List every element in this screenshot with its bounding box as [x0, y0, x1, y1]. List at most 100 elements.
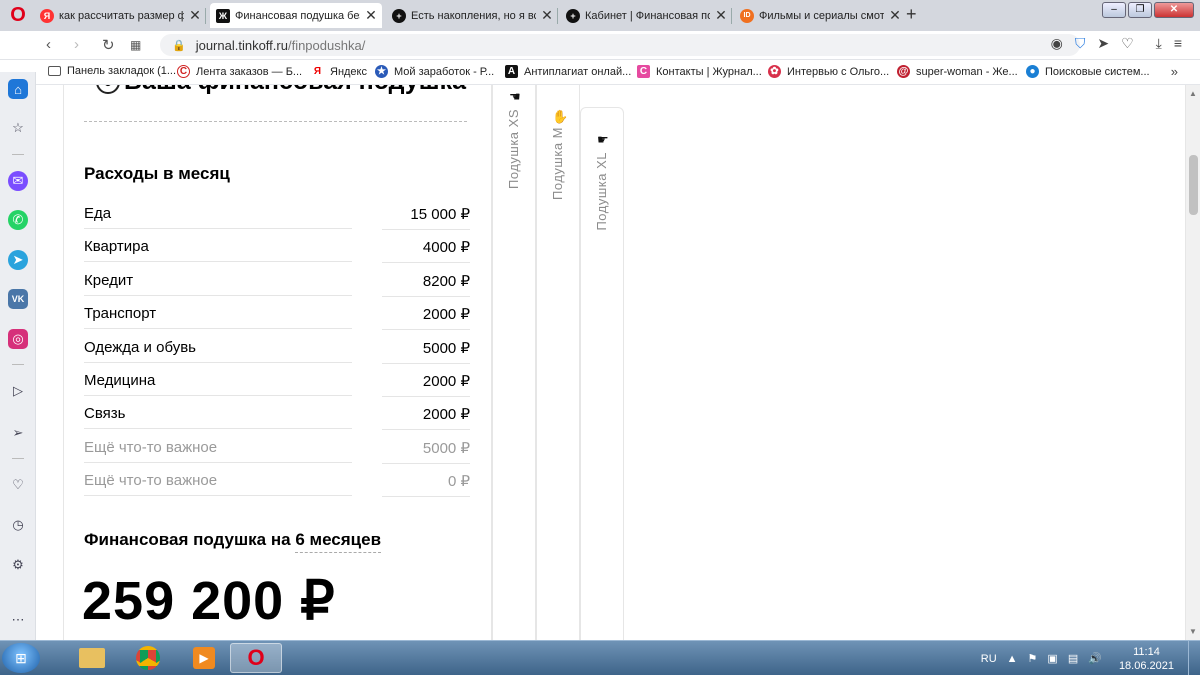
window-controls: – ❐ ✕ [1102, 2, 1194, 18]
expense-value[interactable]: 0 ₽ [382, 472, 470, 498]
bookmark-8[interactable]: @ super-woman - Же... [897, 65, 1018, 78]
tab-close-icon[interactable]: ✕ [714, 7, 728, 24]
send-icon[interactable]: ➤ [1097, 35, 1109, 52]
network-icon[interactable]: ▤ [1068, 652, 1078, 665]
opera-taskbar-icon[interactable]: O [230, 643, 282, 673]
url-path: /finpodushka/ [287, 37, 366, 53]
expense-row: Связь 2000 ₽ [84, 399, 470, 432]
expense-value[interactable]: 5000 ₽ [382, 339, 470, 364]
telegram-icon[interactable]: ➤ [8, 250, 28, 270]
tab-close-icon[interactable]: ✕ [540, 7, 554, 24]
download-icon[interactable]: ⤓ [1156, 35, 1162, 52]
camera-icon[interactable]: ◉ [1051, 35, 1063, 52]
opera-menu-icon[interactable]: O [8, 4, 28, 26]
bookmark-9[interactable]: ● Поисковые систем... [1026, 65, 1150, 78]
menu-lines-icon[interactable]: ≡ [1174, 35, 1182, 52]
scroll-up-icon[interactable]: ▲ [1189, 89, 1197, 98]
expense-row: Медицина 2000 ₽ [84, 366, 470, 399]
star-icon[interactable]: ☆ [8, 118, 28, 138]
windows-taskbar: ⊞ ▶ O RU ▲ ⚑ ▣ ▤ 🔊 11:14 18.06.2021 [0, 640, 1200, 675]
back-button[interactable]: ‹ [46, 36, 51, 53]
clock[interactable]: 11:14 18.06.2021 [1119, 645, 1174, 673]
bookmark-1[interactable]: Панель закладок (1... [48, 65, 176, 77]
tab-strip: O Я как рассчитать размер фи ✕ Ж Финансо… [0, 0, 1200, 31]
close-window-button[interactable]: ✕ [1154, 2, 1194, 18]
expense-label[interactable]: Медицина [84, 372, 352, 396]
vk-icon[interactable]: VK [8, 289, 28, 309]
tab-cushion-xs[interactable]: ☚ Подушка XS [492, 85, 536, 640]
expense-label[interactable]: Одежда и обувь [84, 339, 352, 363]
flag-icon[interactable]: ⚑ [1028, 652, 1038, 665]
minimize-button[interactable]: – [1102, 2, 1126, 18]
language-indicator[interactable]: RU [981, 653, 997, 665]
expense-row: Кредит 8200 ₽ [84, 266, 470, 299]
expense-label[interactable]: Ещё что-то важное [84, 472, 352, 497]
tab-3[interactable]: + Есть накопления, но я всё ✕ [386, 3, 558, 28]
more-dots-icon[interactable]: ⋯ [8, 610, 28, 630]
expense-label[interactable]: Ещё что-то важное [84, 439, 352, 463]
chrome-icon[interactable] [122, 643, 174, 673]
page-scrollbar[interactable]: ▲ ▼ [1185, 85, 1200, 640]
address-bar[interactable]: 🔒 journal.tinkoff.ru/finpodushka/ [160, 34, 1080, 56]
show-desktop-button[interactable] [1188, 641, 1200, 675]
heart-icon[interactable]: ♡ [1121, 35, 1134, 52]
tab-close-icon[interactable]: ✕ [888, 7, 902, 24]
bookmark-7[interactable]: ✿ Интервью с Ольго... [768, 65, 889, 78]
tab-close-icon[interactable]: ✕ [364, 7, 378, 24]
shield-icon[interactable]: ⛉ [1075, 35, 1086, 52]
expense-label[interactable]: Связь [84, 405, 352, 430]
start-button[interactable]: ⊞ [2, 643, 40, 673]
bookmark-5[interactable]: A Антиплагиат онлай... [505, 65, 631, 78]
more-bookmarks-icon[interactable]: » [1171, 64, 1178, 79]
expense-value[interactable]: 2000 ₽ [382, 372, 470, 397]
settings-gear-icon[interactable]: ⚙ [8, 555, 28, 575]
flow-send-icon[interactable]: ➢ [8, 423, 28, 443]
expense-row: Одежда и обувь 5000 ₽ [84, 333, 470, 366]
tab-4[interactable]: + Кабинет | Финансовая под ✕ [560, 3, 732, 28]
speed-dial-grid-icon[interactable]: ▦ [130, 38, 141, 52]
scroll-down-icon[interactable]: ▼ [1189, 627, 1197, 636]
history-clock-icon[interactable]: ◷ [8, 515, 28, 535]
whatsapp-icon[interactable]: ✆ [8, 210, 28, 230]
folder-icon [48, 66, 61, 76]
bookmark-3[interactable]: Я Яндекс [311, 65, 367, 78]
expense-label[interactable]: Еда [84, 205, 352, 229]
tab-1[interactable]: Я как рассчитать размер фи ✕ [34, 3, 206, 28]
instagram-icon[interactable]: ◎ [8, 329, 28, 349]
new-tab-button[interactable]: + [906, 4, 917, 25]
expense-value[interactable]: 2000 ₽ [382, 305, 470, 331]
star-icon: ★ [375, 65, 388, 78]
explorer-icon[interactable] [66, 643, 118, 673]
hand-icon: ☚ [509, 89, 521, 104]
expense-value[interactable]: 8200 ₽ [382, 272, 470, 297]
hand-icon: ✋ [552, 109, 569, 124]
expense-value[interactable]: 4000 ₽ [382, 238, 470, 264]
device-icon[interactable]: ▣ [1047, 652, 1057, 665]
tab-close-icon[interactable]: ✕ [188, 7, 202, 24]
tab-2[interactable]: Ж Финансовая подушка без ✕ [210, 3, 382, 28]
expense-value[interactable]: 15 000 ₽ [382, 205, 470, 230]
scroll-thumb[interactable] [1189, 155, 1198, 215]
expense-label[interactable]: Квартира [84, 238, 352, 263]
tab-5[interactable]: ID Фильмы и сериалы смотр ✕ [734, 3, 906, 28]
volume-icon[interactable]: 🔊 [1088, 652, 1102, 665]
bookmark-2[interactable]: C Лента заказов — Б... [177, 65, 302, 78]
expense-label[interactable]: Кредит [84, 272, 352, 296]
tab-cushion-m[interactable]: ✋ Подушка M [536, 85, 580, 640]
reload-button[interactable]: ↻ [102, 36, 115, 54]
tray-expand-icon[interactable]: ▲ [1007, 653, 1018, 665]
messenger-icon[interactable]: ✉ [8, 171, 28, 191]
player-icon[interactable]: ▷ [8, 381, 28, 401]
home-icon[interactable]: ⌂ [8, 79, 28, 99]
expense-value[interactable]: 5000 ₽ [382, 439, 470, 464]
expense-label[interactable]: Транспорт [84, 305, 352, 330]
bookmark-4[interactable]: ★ Мой заработок - Р... [375, 65, 494, 78]
expense-value[interactable]: 2000 ₽ [382, 405, 470, 431]
maximize-button[interactable]: ❐ [1128, 2, 1152, 18]
months-selector[interactable]: 6 месяцев [295, 530, 382, 553]
tab-cushion-xl[interactable]: ☛ Подушка XL [580, 107, 624, 640]
media-player-icon[interactable]: ▶ [178, 643, 230, 673]
forward-button[interactable]: › [74, 36, 79, 53]
heart-icon[interactable]: ♡ [8, 475, 28, 495]
bookmark-6[interactable]: C Контакты | Журнал... [637, 65, 762, 78]
